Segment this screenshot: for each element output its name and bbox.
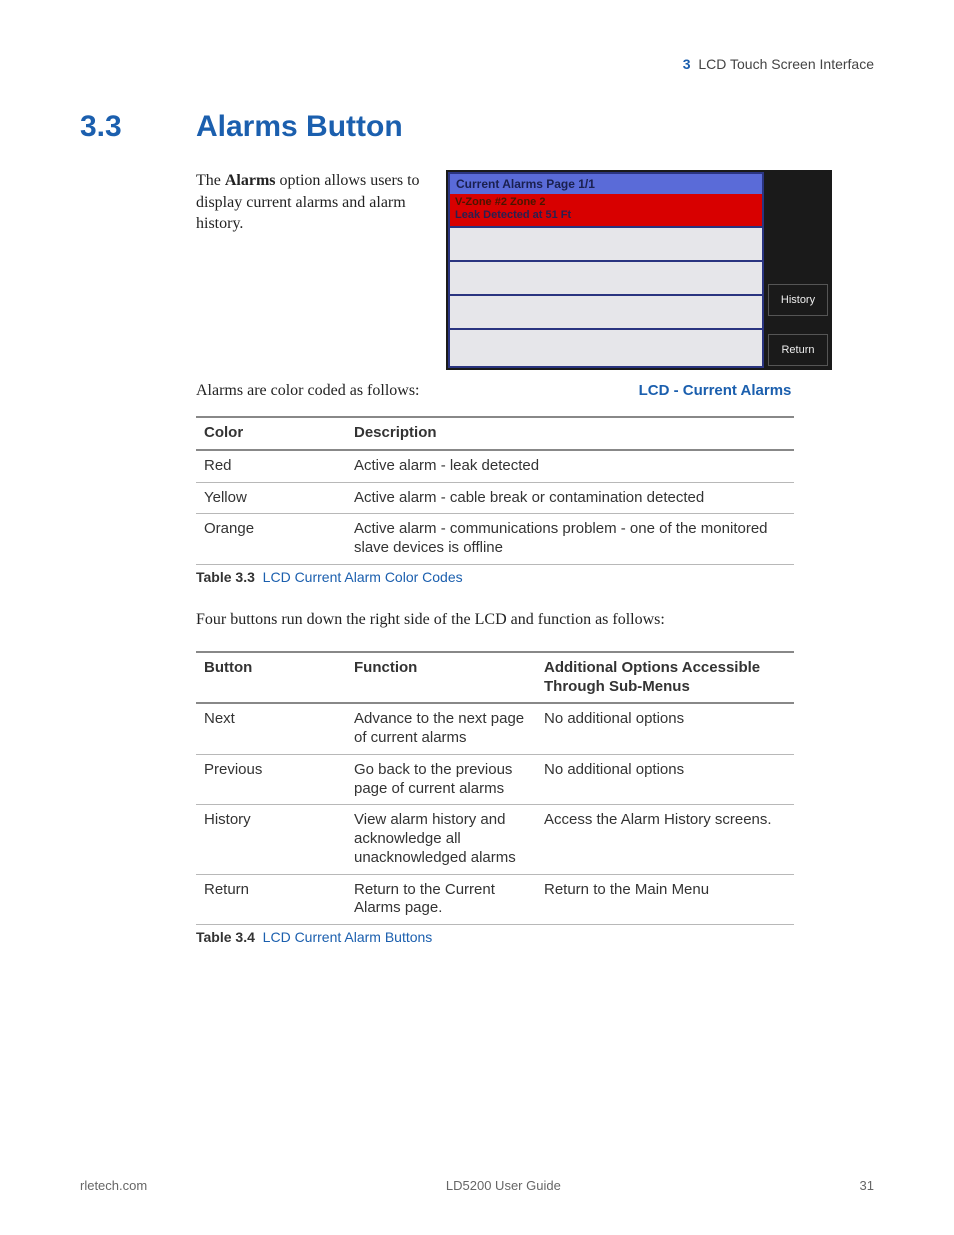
table-3-4-caption: Table 3.4 LCD Current Alarm Buttons	[196, 929, 874, 945]
section-heading: 3.3Alarms Button	[80, 110, 874, 144]
table-row: OrangeActive alarm - communications prob…	[196, 514, 794, 565]
table-alarm-buttons: Button Function Additional Options Acces…	[196, 651, 794, 925]
alarm-row-empty	[450, 228, 762, 262]
color-coded-intro: Alarms are color coded as follows:	[196, 382, 556, 400]
lcd-title-bar: Current Alarms Page 1/1	[448, 172, 764, 194]
alarm-row-empty	[450, 262, 762, 296]
table-3-3-caption: Table 3.3 LCD Current Alarm Color Codes	[196, 569, 874, 585]
section-number: 3.3	[80, 110, 196, 144]
alarm-row-empty	[450, 296, 762, 330]
section-title: Alarms Button	[196, 110, 403, 143]
chapter-title: LCD Touch Screen Interface	[698, 56, 874, 72]
return-button[interactable]: Return	[768, 334, 828, 366]
running-header: 3 LCD Touch Screen Interface	[80, 56, 874, 72]
table-row: HistoryView alarm history and acknowledg…	[196, 805, 794, 874]
buttons-intro-paragraph: Four buttons run down the right side of …	[196, 611, 874, 629]
alarm-line-1: V-Zone #2 Zone 2	[455, 196, 757, 209]
table-row: NextAdvance to the next page of current …	[196, 703, 794, 754]
alarm-row-empty	[450, 330, 762, 366]
lcd-caption: LCD - Current Alarms	[556, 382, 874, 399]
col-header: Description	[346, 417, 794, 450]
history-button[interactable]: History	[768, 284, 828, 316]
alarm-row-active: V-Zone #2 Zone 2 Leak Detected at 51 Ft	[450, 194, 762, 228]
lcd-screenshot: Current Alarms Page 1/1 V-Zone #2 Zone 2…	[446, 170, 832, 370]
col-header: Additional Options Accessible Through Su…	[536, 652, 794, 704]
col-header: Button	[196, 652, 346, 704]
footer-left: rletech.com	[80, 1178, 147, 1193]
chapter-number: 3	[683, 56, 691, 72]
table-row: YellowActive alarm - cable break or cont…	[196, 482, 794, 514]
table-row: ReturnReturn to the Current Alarms page.…	[196, 874, 794, 925]
col-header: Function	[346, 652, 536, 704]
table-row: PreviousGo back to the previous page of …	[196, 754, 794, 805]
footer-right: 31	[860, 1178, 874, 1193]
table-row: RedActive alarm - leak detected	[196, 450, 794, 482]
page-footer: rletech.com LD5200 User Guide 31	[80, 1178, 874, 1193]
col-header: Color	[196, 417, 346, 450]
table-color-codes: Color Description RedActive alarm - leak…	[196, 416, 794, 565]
footer-center: LD5200 User Guide	[446, 1178, 561, 1193]
intro-paragraph: The Alarms option allows users to displa…	[196, 170, 446, 235]
alarm-line-2: Leak Detected at 51 Ft	[455, 209, 757, 222]
